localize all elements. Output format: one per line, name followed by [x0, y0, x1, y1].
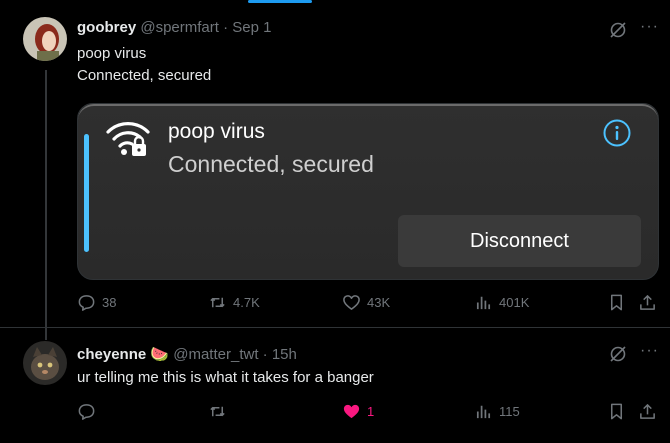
- reply-button[interactable]: 38: [77, 293, 116, 312]
- separator: ·: [223, 19, 229, 36]
- views-icon: [476, 405, 491, 419]
- share-icon: [640, 295, 655, 310]
- card-accent-bar: [84, 134, 89, 252]
- tweet-line-1: poop virus: [77, 45, 147, 62]
- repost-button[interactable]: 4.7K: [208, 293, 260, 312]
- tweet-header: cheyenne 🍉 @matter_twt · 15h: [77, 345, 297, 363]
- network-name: poop virus: [168, 120, 265, 143]
- wifi-lock-icon: [106, 122, 150, 156]
- views-button[interactable]: 115: [474, 402, 520, 421]
- connection-status: Connected, secured: [168, 151, 374, 177]
- tweet-header: goobrey @spermfart · Sep 1: [77, 19, 271, 36]
- like-button[interactable]: 43K: [342, 293, 390, 312]
- bookmark-button[interactable]: [607, 402, 626, 421]
- more-icon[interactable]: ···: [640, 18, 659, 36]
- media-card[interactable]: poop virus Connected, secured Disconnect: [77, 103, 659, 280]
- bookmark-icon: [610, 294, 623, 311]
- user-handle[interactable]: @spermfart: [140, 19, 219, 36]
- repost-icon: [210, 406, 225, 417]
- grok-icon[interactable]: [609, 21, 627, 39]
- share-button[interactable]: [638, 402, 657, 421]
- heart-icon: [343, 295, 360, 310]
- share-icon: [640, 404, 655, 419]
- view-count: 115: [499, 404, 520, 419]
- views-icon: [476, 296, 491, 310]
- like-count: 43K: [367, 295, 391, 310]
- display-name[interactable]: cheyenne: [77, 346, 146, 363]
- tweet-line-2: Connected, secured: [77, 67, 212, 84]
- share-button[interactable]: [638, 293, 657, 312]
- views-button[interactable]: 401K: [474, 293, 529, 312]
- grok-icon[interactable]: [609, 345, 627, 363]
- avatar[interactable]: [23, 341, 67, 385]
- display-name[interactable]: goobrey: [77, 19, 136, 36]
- tweet-cheyenne[interactable]: cheyenne 🍉 @matter_twt · 15h ··· ur tell…: [0, 328, 670, 443]
- timestamp[interactable]: 15h: [272, 346, 297, 363]
- avatar[interactable]: [23, 17, 67, 61]
- user-handle[interactable]: @matter_twt: [173, 346, 258, 363]
- view-count: 401K: [499, 295, 530, 310]
- tweet-text: ur telling me this is what it takes for …: [77, 369, 374, 386]
- bookmark-button[interactable]: [607, 293, 626, 312]
- like-button[interactable]: 1: [342, 402, 374, 421]
- repost-count: 4.7K: [233, 295, 260, 310]
- tweet-text: poop virus Connected, secured: [77, 43, 211, 87]
- repost-icon: [210, 297, 225, 308]
- reply-icon: [78, 295, 95, 311]
- repost-button[interactable]: [208, 402, 233, 421]
- info-icon[interactable]: [602, 118, 632, 148]
- watermelon-emoji: 🍉: [150, 346, 170, 363]
- like-count: 1: [367, 404, 375, 419]
- more-icon[interactable]: ···: [640, 342, 659, 360]
- timestamp[interactable]: Sep 1: [232, 19, 271, 36]
- tweet-actions: 38 4.7K 43K 401K: [0, 293, 670, 317]
- reply-count: 38: [102, 295, 117, 310]
- heart-icon: [343, 404, 360, 419]
- bookmark-icon: [610, 403, 623, 420]
- reply-button[interactable]: [77, 402, 102, 421]
- tweet-actions: 1 115: [0, 402, 670, 426]
- separator: ·: [262, 346, 268, 363]
- disconnect-button[interactable]: Disconnect: [398, 215, 641, 267]
- tweet-goobrey[interactable]: goobrey @spermfart · Sep 1 ··· poop viru…: [0, 0, 670, 340]
- reply-icon: [78, 404, 95, 420]
